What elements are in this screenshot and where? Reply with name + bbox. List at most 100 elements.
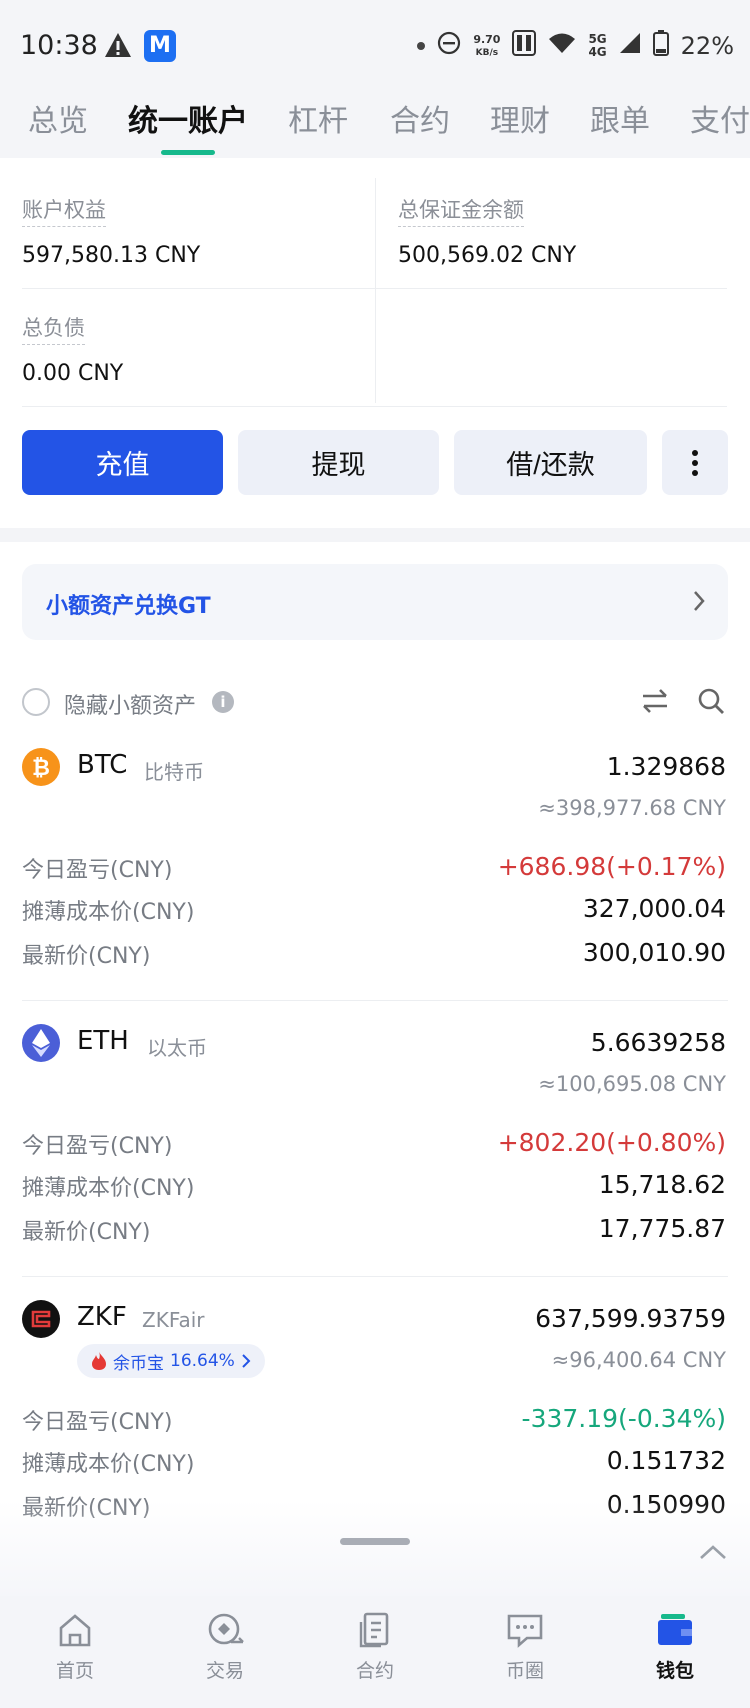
pnl-value: +802.20(+0.80%) <box>497 1128 726 1157</box>
asset-item-eth[interactable]: ETH 以太币 5.6639258 ≈100,695.08 CNY 今日盈亏(C… <box>0 1024 750 1274</box>
nav-wallet[interactable]: 钱包 <box>625 1610 725 1683</box>
nav-contract-label: 合约 <box>355 1660 394 1682</box>
speed-value: 9.70 <box>473 32 501 46</box>
cost-value: 0.151732 <box>606 1446 726 1475</box>
chevron-up-icon[interactable] <box>699 1544 727 1564</box>
banner-text: 小额资产兑换GT <box>46 594 211 619</box>
cost-value: 327,000.04 <box>582 894 726 923</box>
nav-community[interactable]: 币圈 <box>475 1610 575 1683</box>
sort-swap-icon[interactable] <box>640 686 670 720</box>
hide-small-assets-radio[interactable] <box>22 688 50 716</box>
dnd-icon <box>437 31 461 61</box>
withdraw-button[interactable]: 提现 <box>238 430 439 495</box>
more-vertical-icon <box>692 449 698 476</box>
margin-cell: 总保证金余额 500,569.02 CNY <box>398 194 576 268</box>
small-asset-convert-banner[interactable]: 小额资产兑换GT <box>22 564 728 640</box>
asset-approx-value: ≈100,695.08 CNY <box>538 1072 726 1096</box>
asset-amount: 5.6639258 <box>590 1028 726 1057</box>
margin-value: 500,569.02 CNY <box>398 243 577 268</box>
divider <box>22 1000 728 1001</box>
community-icon <box>507 1614 543 1648</box>
chevron-right-icon <box>242 1354 251 1368</box>
margin-label[interactable]: 总保证金余额 <box>398 194 524 227</box>
hide-small-assets-label[interactable]: 隐藏小额资产 <box>64 688 196 720</box>
pnl-value: -337.19(-0.34%) <box>521 1404 726 1433</box>
asset-item-zkf[interactable]: ZKF ZKFair 637,599.93759 ≈96,400.64 CNY … <box>0 1300 750 1530</box>
contract-icon <box>359 1612 389 1648</box>
btc-logo-icon: ₿ <box>22 748 60 786</box>
svg-text:₿: ₿ <box>32 756 50 781</box>
asset-item-btc[interactable]: ₿ BTC 比特币 1.329868 ≈398,977.68 CNY 今日盈亏(… <box>0 748 750 998</box>
nav-home[interactable]: 首页 <box>25 1610 125 1683</box>
battery-icon <box>652 30 669 62</box>
speed-unit: KB/s <box>475 47 499 58</box>
equity-value: 597,580.13 CNY <box>22 243 201 268</box>
divider <box>375 178 376 403</box>
sheet-drag-handle[interactable] <box>340 1538 410 1545</box>
asset-name: 比特币 <box>144 760 204 784</box>
home-icon <box>59 1614 91 1647</box>
cost-value: 15,718.62 <box>598 1170 726 1199</box>
price-value: 17,775.87 <box>598 1214 726 1243</box>
asset-amount: 637,599.93759 <box>535 1304 726 1333</box>
equity-cell: 账户权益 597,580.13 CNY <box>22 194 200 268</box>
deposit-button[interactable]: 充值 <box>22 430 223 495</box>
nav-trade-label: 交易 <box>205 1660 244 1682</box>
pnl-label: 今日盈亏(CNY) <box>22 858 173 883</box>
asset-name: 以太币 <box>147 1036 207 1060</box>
tab-copy-trading[interactable]: 跟单 <box>590 96 650 140</box>
liability-cell: 总负债 0.00 CNY <box>22 312 123 386</box>
asset-symbol: ETH <box>77 1026 129 1056</box>
pnl-label: 今日盈亏(CNY) <box>22 1410 173 1435</box>
more-actions-button[interactable] <box>662 430 728 495</box>
warning-icon <box>104 32 132 62</box>
price-label: 最新价(CNY) <box>22 944 151 969</box>
earn-badge-label: 余币宝 <box>113 1353 164 1374</box>
account-tabs: 总览 统一账户 杠杆 合约 理财 跟单 支付 <box>0 90 750 158</box>
asset-symbol: BTC <box>77 750 128 780</box>
tab-margin[interactable]: 杠杆 <box>288 96 348 140</box>
equity-label[interactable]: 账户权益 <box>22 194 106 227</box>
tab-unified-account[interactable]: 统一账户 <box>128 96 248 140</box>
divider <box>22 406 727 407</box>
bottom-navigation: 首页 交易 合约 币圈 钱包 <box>0 1596 750 1708</box>
asset-symbol: ZKF <box>77 1302 127 1332</box>
trade-icon <box>208 1613 244 1645</box>
divider <box>22 1276 728 1277</box>
nav-home-label: 首页 <box>55 1660 94 1682</box>
borrow-repay-button[interactable]: 借/还款 <box>454 430 647 495</box>
earn-badge-rate: 16.64% <box>170 1351 235 1371</box>
status-indicators: 9.70 KB/s 5G 4G 22% <box>417 28 734 64</box>
cost-label: 摊薄成本价(CNY) <box>22 900 195 925</box>
tab-earn[interactable]: 理财 <box>490 96 550 140</box>
status-time: 10:38 <box>20 30 98 61</box>
cost-label: 摊薄成本价(CNY) <box>22 1176 195 1201</box>
info-icon[interactable]: i <box>212 691 234 713</box>
status-bar: 10:38 M 9.70 KB/s 5G 4G 22% <box>0 0 750 90</box>
network-type-top: 5G <box>588 32 607 46</box>
asset-approx-value: ≈398,977.68 CNY <box>538 796 726 820</box>
tab-payment[interactable]: 支付 <box>690 96 750 140</box>
cost-label: 摊薄成本价(CNY) <box>22 1452 195 1477</box>
wifi-icon <box>548 32 576 60</box>
asset-name: ZKFair <box>142 1308 205 1332</box>
tab-futures[interactable]: 合约 <box>390 96 450 140</box>
nav-trade[interactable]: 交易 <box>175 1610 275 1683</box>
nav-contract[interactable]: 合约 <box>325 1610 425 1683</box>
hd-icon <box>512 30 537 62</box>
nav-wallet-label: 钱包 <box>655 1660 694 1682</box>
earn-badge[interactable]: 余币宝 16.64% <box>77 1344 265 1378</box>
notification-dot-icon <box>417 42 426 50</box>
liability-label[interactable]: 总负债 <box>22 312 85 345</box>
asset-approx-value: ≈96,400.64 CNY <box>551 1348 726 1372</box>
signal-icon <box>619 32 641 60</box>
pnl-value: +686.98(+0.17%) <box>497 852 726 881</box>
wallet-icon <box>658 1614 692 1645</box>
tab-overview[interactable]: 总览 <box>28 96 88 140</box>
asset-filter-row: 隐藏小额资产 i <box>22 686 728 726</box>
tab-active-indicator <box>161 150 215 155</box>
pnl-label: 今日盈亏(CNY) <box>22 1134 173 1159</box>
search-icon[interactable] <box>696 686 726 720</box>
network-type: 5G 4G <box>588 33 606 59</box>
bottom-fade <box>0 1500 750 1600</box>
